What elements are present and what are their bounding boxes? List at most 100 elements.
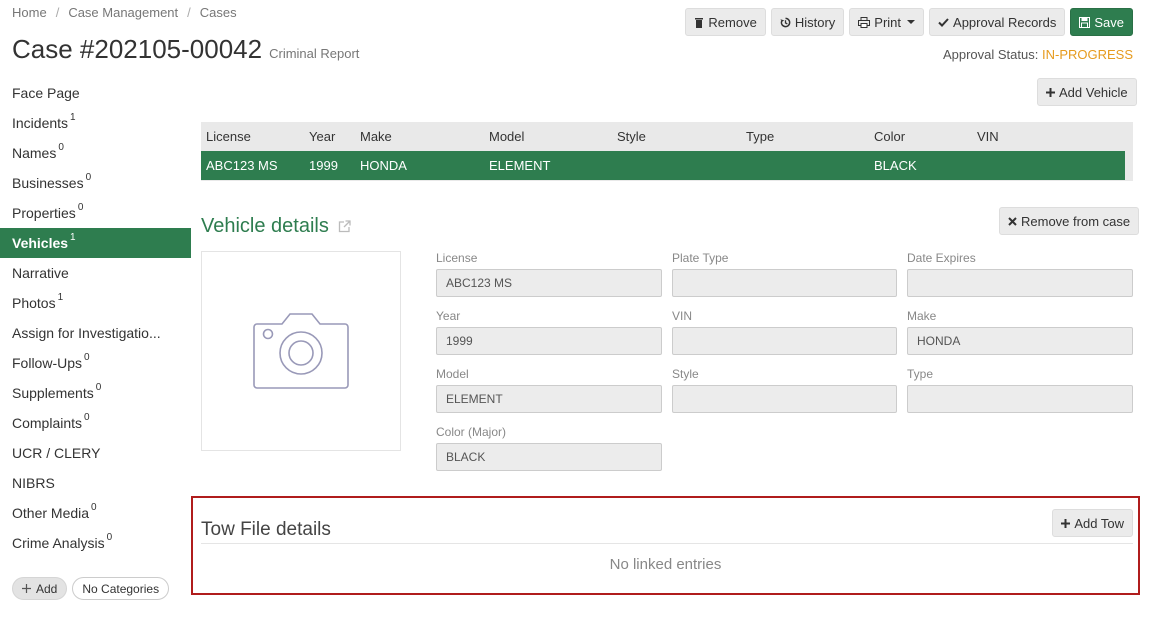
style-input[interactable] [672, 385, 897, 413]
breadcrumb-cases[interactable]: Cases [200, 5, 237, 20]
date-expires-input[interactable] [907, 269, 1133, 297]
approval-status-value: IN-PROGRESS [1041, 47, 1133, 62]
sidebar-item-narrative[interactable]: Narrative [0, 258, 191, 288]
breadcrumb-separator: / [55, 5, 60, 20]
sidebar-item-complaints[interactable]: Complaints 0 [0, 408, 191, 438]
column-header[interactable]: Make [360, 122, 392, 151]
column-header[interactable]: VIN [977, 122, 999, 151]
breadcrumb-separator: / [187, 5, 191, 20]
save-icon [1079, 16, 1091, 28]
remove-button[interactable]: Remove [685, 8, 766, 36]
column-header[interactable]: Model [489, 122, 524, 151]
approval-records-button[interactable]: Approval Records [929, 8, 1066, 36]
field-label: Date Expires [907, 251, 976, 265]
tow-file-title: Tow File details [201, 519, 331, 540]
field-vin: VIN [672, 309, 897, 355]
plus-icon [1046, 87, 1055, 97]
breadcrumb-case-management[interactable]: Case Management [68, 5, 178, 20]
sidebar-item-assign-for-investigation[interactable]: Assign for Investigatio... [0, 318, 191, 348]
field-label: Make [907, 309, 937, 323]
column-header[interactable]: Year [309, 122, 335, 151]
sidebar-item-nibrs[interactable]: NIBRS [0, 468, 191, 498]
field-label: Type [907, 367, 934, 381]
vehicle-photo-placeholder[interactable] [201, 251, 401, 451]
sidebar-item-ucr-clery[interactable]: UCR / CLERY [0, 438, 191, 468]
column-header[interactable]: Type [746, 122, 774, 151]
camera-icon [253, 313, 349, 389]
field-plate-type: Plate Type [672, 251, 897, 297]
model-input[interactable]: ELEMENT [436, 385, 662, 413]
toolbar: Remove History Print Approval Records Sa… [685, 8, 1133, 36]
save-label: Save [1094, 14, 1124, 30]
history-label: History [794, 14, 836, 30]
table-cell: ELEMENT [489, 158, 551, 173]
table-cell: ABC123 MS [206, 158, 278, 173]
sidebar-item-photos[interactable]: Photos 1 [0, 288, 191, 318]
count-badge: 1 [57, 292, 64, 303]
add-category-button[interactable]: Add [12, 577, 68, 600]
close-icon [1008, 216, 1017, 226]
page-title: Case #202105-00042 Criminal Report [12, 34, 359, 65]
sidebar-item-businesses[interactable]: Businesses 0 [0, 168, 191, 198]
case-number: Case #202105-00042 [12, 34, 263, 64]
vin-input[interactable] [672, 327, 897, 355]
remove-from-case-button[interactable]: Remove from case [999, 207, 1140, 235]
field-year: Year 1999 [436, 309, 662, 355]
count-badge: 0 [77, 202, 84, 213]
sidebar-item-crime-analysis[interactable]: Crime Analysis 0 [0, 528, 191, 558]
sidebar-actions: Add No Categories [12, 577, 170, 600]
color-input[interactable]: BLACK [436, 443, 662, 471]
field-label: Style [672, 367, 699, 381]
external-link-icon[interactable] [338, 220, 351, 233]
license-input[interactable]: ABC123 MS [436, 269, 662, 297]
count-badge: 0 [85, 172, 92, 183]
sidebar: Face Page Incidents 1 Names 0 Businesses 0 … [0, 78, 191, 558]
sidebar-item-follow-ups[interactable]: Follow-Ups 0 [0, 348, 191, 378]
field-label: Color (Major) [436, 425, 507, 439]
field-style: Style [672, 367, 897, 413]
make-input[interactable]: HONDA [907, 327, 1133, 355]
year-input[interactable]: 1999 [436, 327, 662, 355]
sidebar-item-properties[interactable]: Properties 0 [0, 198, 191, 228]
sidebar-item-supplements[interactable]: Supplements 0 [0, 378, 191, 408]
plate-type-input[interactable] [672, 269, 897, 297]
column-header[interactable]: Color [874, 122, 905, 151]
sidebar-item-vehicles[interactable]: Vehicles 1 [0, 228, 191, 258]
breadcrumb-home[interactable]: Home [12, 5, 47, 20]
table-row[interactable]: ABC123 MS 1999 HONDA ELEMENT BLACK [201, 151, 1125, 180]
sidebar-item-face-page[interactable]: Face Page [0, 78, 191, 108]
breadcrumb: Home / Case Management / Cases [12, 5, 237, 20]
add-tow-label: Add Tow [1074, 515, 1124, 531]
count-badge: 0 [84, 412, 90, 423]
categories-badge[interactable]: No Categories [72, 577, 170, 600]
vehicle-details-title: Vehicle details [201, 215, 329, 237]
count-badge: 0 [91, 502, 97, 513]
field-color: Color (Major) BLACK [436, 425, 662, 471]
tow-file-panel: Tow File details Add Tow No linked entri… [191, 496, 1140, 595]
sidebar-item-other-media[interactable]: Other Media 0 [0, 498, 191, 528]
type-input[interactable] [907, 385, 1133, 413]
sidebar-item-incidents[interactable]: Incidents 1 [0, 108, 191, 138]
plus-icon [22, 584, 31, 593]
approval-records-label: Approval Records [953, 14, 1057, 30]
save-button[interactable]: Save [1070, 8, 1133, 36]
approval-status: Approval Status: IN-PROGRESS [943, 47, 1133, 62]
sidebar-item-names[interactable]: Names 0 [0, 138, 191, 168]
field-label: Model [436, 367, 469, 381]
add-tow-button[interactable]: Add Tow [1052, 509, 1133, 537]
field-date-expires: Date Expires [907, 251, 1133, 297]
count-badge: 0 [106, 532, 113, 543]
field-label: License [436, 251, 478, 265]
history-button[interactable]: History [770, 8, 845, 36]
approval-status-label: Approval Status: [942, 47, 1039, 62]
field-label: VIN [672, 309, 693, 323]
print-button[interactable]: Print [849, 8, 925, 36]
field-label: Plate Type [672, 251, 729, 265]
history-icon [780, 17, 791, 27]
print-label: Print [874, 14, 902, 30]
table-cell: BLACK [874, 158, 917, 173]
add-vehicle-button[interactable]: Add Vehicle [1037, 78, 1137, 106]
column-header[interactable]: Style [617, 122, 646, 151]
vehicles-table: License Year Make Model Style Type Color… [201, 122, 1133, 181]
column-header[interactable]: License [206, 122, 251, 151]
